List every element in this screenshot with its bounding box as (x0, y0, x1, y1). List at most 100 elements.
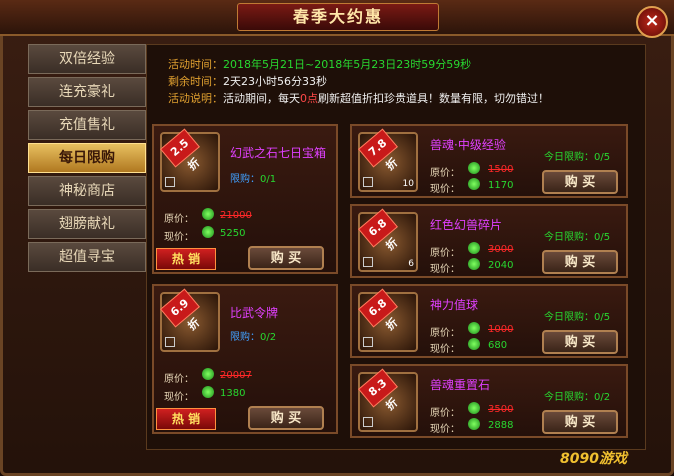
coin-icon (202, 226, 214, 238)
sidebar-item-treasure-hunt[interactable]: 超值寻宝 (28, 242, 146, 272)
desc-text: 活动期间，每天 (223, 92, 300, 105)
buy-button[interactable]: 购 买 (248, 406, 324, 430)
lock-icon (363, 257, 373, 267)
coin-icon (468, 322, 480, 334)
limit-label: 限购： (230, 332, 260, 343)
item-name: 神力值球 (430, 298, 479, 312)
orig-price: 1500 (488, 164, 514, 175)
item-card: 6.8折 神力值球 今日限购：0/5 原价： 1000 现价： 680 购 买 (350, 284, 628, 358)
item-name: 兽魂·中级经验 (430, 138, 506, 152)
close-icon[interactable]: × (636, 6, 668, 38)
item-icon[interactable]: 8.3折 (358, 368, 418, 432)
orig-price: 3500 (488, 404, 514, 415)
sidebar-item-wing-gift[interactable]: 翅膀献礼 (28, 209, 146, 239)
sidebar-item-daily-limit[interactable]: 每日限购 (28, 143, 146, 173)
today-limit-label: 今日限购： (544, 312, 594, 323)
time-value: 2018年5月21日~2018年5月23日23时59分59秒 (223, 58, 472, 71)
sidebar-item-recharge-sale[interactable]: 充值售礼 (28, 110, 146, 140)
discount-badge: 6.8折 (358, 208, 400, 253)
now-price-label: 现价： (430, 264, 460, 275)
item-icon[interactable]: 6.8折 6 (358, 208, 418, 272)
coin-icon (468, 418, 480, 430)
sidebar-item-recharge-gift[interactable]: 连充豪礼 (28, 77, 146, 107)
item-quantity: 10 (402, 179, 414, 189)
orig-price-label: 原价： (430, 408, 460, 419)
orig-price: 20007 (220, 370, 252, 381)
now-price: 2888 (488, 420, 514, 431)
item-icon[interactable]: 7.8折 10 (358, 128, 418, 192)
lock-icon (363, 177, 373, 187)
item-card: 8.3折 兽魂重置石 今日限购：0/2 原价： 3500 现价： 2888 购 … (350, 364, 628, 438)
remain-label: 剩余时间： (168, 75, 223, 88)
buy-button[interactable]: 购 买 (542, 250, 618, 274)
item-card: 2.5折 幻武之石七日宝箱 限购：0/1 原价： 21000 现价： 5250 … (152, 124, 338, 274)
coin-icon (468, 258, 480, 270)
buy-button[interactable]: 购 买 (248, 246, 324, 270)
coin-icon (468, 402, 480, 414)
buy-button[interactable]: 购 买 (542, 330, 618, 354)
limit-label: 限购： (230, 174, 260, 185)
lock-icon (165, 337, 175, 347)
time-label: 活动时间： (168, 58, 223, 71)
coin-icon (468, 338, 480, 350)
orig-price: 3000 (488, 244, 514, 255)
now-price: 1380 (220, 388, 246, 399)
desc-label: 活动说明： (168, 92, 223, 105)
discount-badge: 8.3折 (358, 368, 400, 413)
sidebar-item-double-exp[interactable]: 双倍经验 (28, 44, 146, 74)
lock-icon (363, 417, 373, 427)
desc-highlight: 0点 (300, 92, 318, 105)
item-name: 幻武之石七日宝箱 (230, 146, 327, 160)
title-bar: 春季大约惠 × (0, 0, 674, 38)
limit-value: 0/2 (594, 392, 611, 403)
buy-button[interactable]: 购 买 (542, 170, 618, 194)
item-icon[interactable]: 2.5折 (160, 128, 220, 192)
coin-icon (468, 162, 480, 174)
now-price: 680 (488, 340, 508, 351)
limit-value: 0/1 (260, 174, 277, 185)
item-icon[interactable]: 6.9折 (160, 288, 220, 352)
orig-price-label: 原价： (430, 248, 460, 259)
limit-value: 0/5 (594, 232, 611, 243)
now-price-label: 现价： (164, 232, 194, 243)
now-price: 1170 (488, 180, 514, 191)
item-card: 6.8折 6 红色幻兽碎片 今日限购：0/5 原价： 3000 现价： 2040… (350, 204, 628, 278)
orig-price-label: 原价： (430, 168, 460, 179)
today-limit-label: 今日限购： (544, 232, 594, 243)
coin-icon (468, 178, 480, 190)
coin-icon (468, 242, 480, 254)
limit-value: 0/5 (594, 312, 611, 323)
now-price: 2040 (488, 260, 514, 271)
item-name: 比武令牌 (230, 306, 279, 320)
desc-text-post: 刷新超值折扣珍贵道具！数量有限，切勿错过！ (318, 92, 549, 105)
hot-badge: 热 销 (156, 248, 216, 270)
today-limit-label: 今日限购： (544, 152, 594, 163)
discount-badge: 2.5折 (160, 128, 202, 173)
hot-badge: 热 销 (156, 408, 216, 430)
now-price-label: 现价： (164, 392, 194, 403)
item-card: 7.8折 10 兽魂·中级经验 今日限购：0/5 原价： 1500 现价： 11… (350, 124, 628, 198)
item-quantity: 6 (408, 259, 414, 269)
watermark-logo: 8090游戏 (560, 451, 627, 467)
limit-value: 0/5 (594, 152, 611, 163)
buy-button[interactable]: 购 买 (542, 410, 618, 434)
discount-badge: 6.8折 (358, 288, 400, 333)
coin-icon (202, 368, 214, 380)
orig-price-label: 原价： (164, 374, 194, 385)
remain-value: 2天23小时56分33秒 (223, 75, 327, 88)
sidebar-item-mystery-shop[interactable]: 神秘商店 (28, 176, 146, 206)
item-name: 红色幻兽碎片 (430, 218, 503, 232)
window-title: 春季大约惠 (237, 3, 439, 31)
orig-price-label: 原价： (430, 328, 460, 339)
now-price: 5250 (220, 228, 246, 239)
discount-badge: 6.9折 (160, 288, 202, 333)
coin-icon (202, 208, 214, 220)
item-name: 兽魂重置石 (430, 378, 491, 392)
item-icon[interactable]: 6.8折 (358, 288, 418, 352)
item-card: 6.9折 比武令牌 限购：0/2 原价： 20007 现价： 1380 热 销 … (152, 284, 338, 434)
now-price-label: 现价： (430, 424, 460, 435)
orig-price: 21000 (220, 210, 252, 221)
sidebar: 双倍经验 连充豪礼 充值售礼 每日限购 神秘商店 翅膀献礼 超值寻宝 (28, 44, 146, 275)
today-limit-label: 今日限购： (544, 392, 594, 403)
activity-info: 活动时间：2018年5月21日~2018年5月23日23时59分59秒 剩余时间… (168, 56, 549, 107)
